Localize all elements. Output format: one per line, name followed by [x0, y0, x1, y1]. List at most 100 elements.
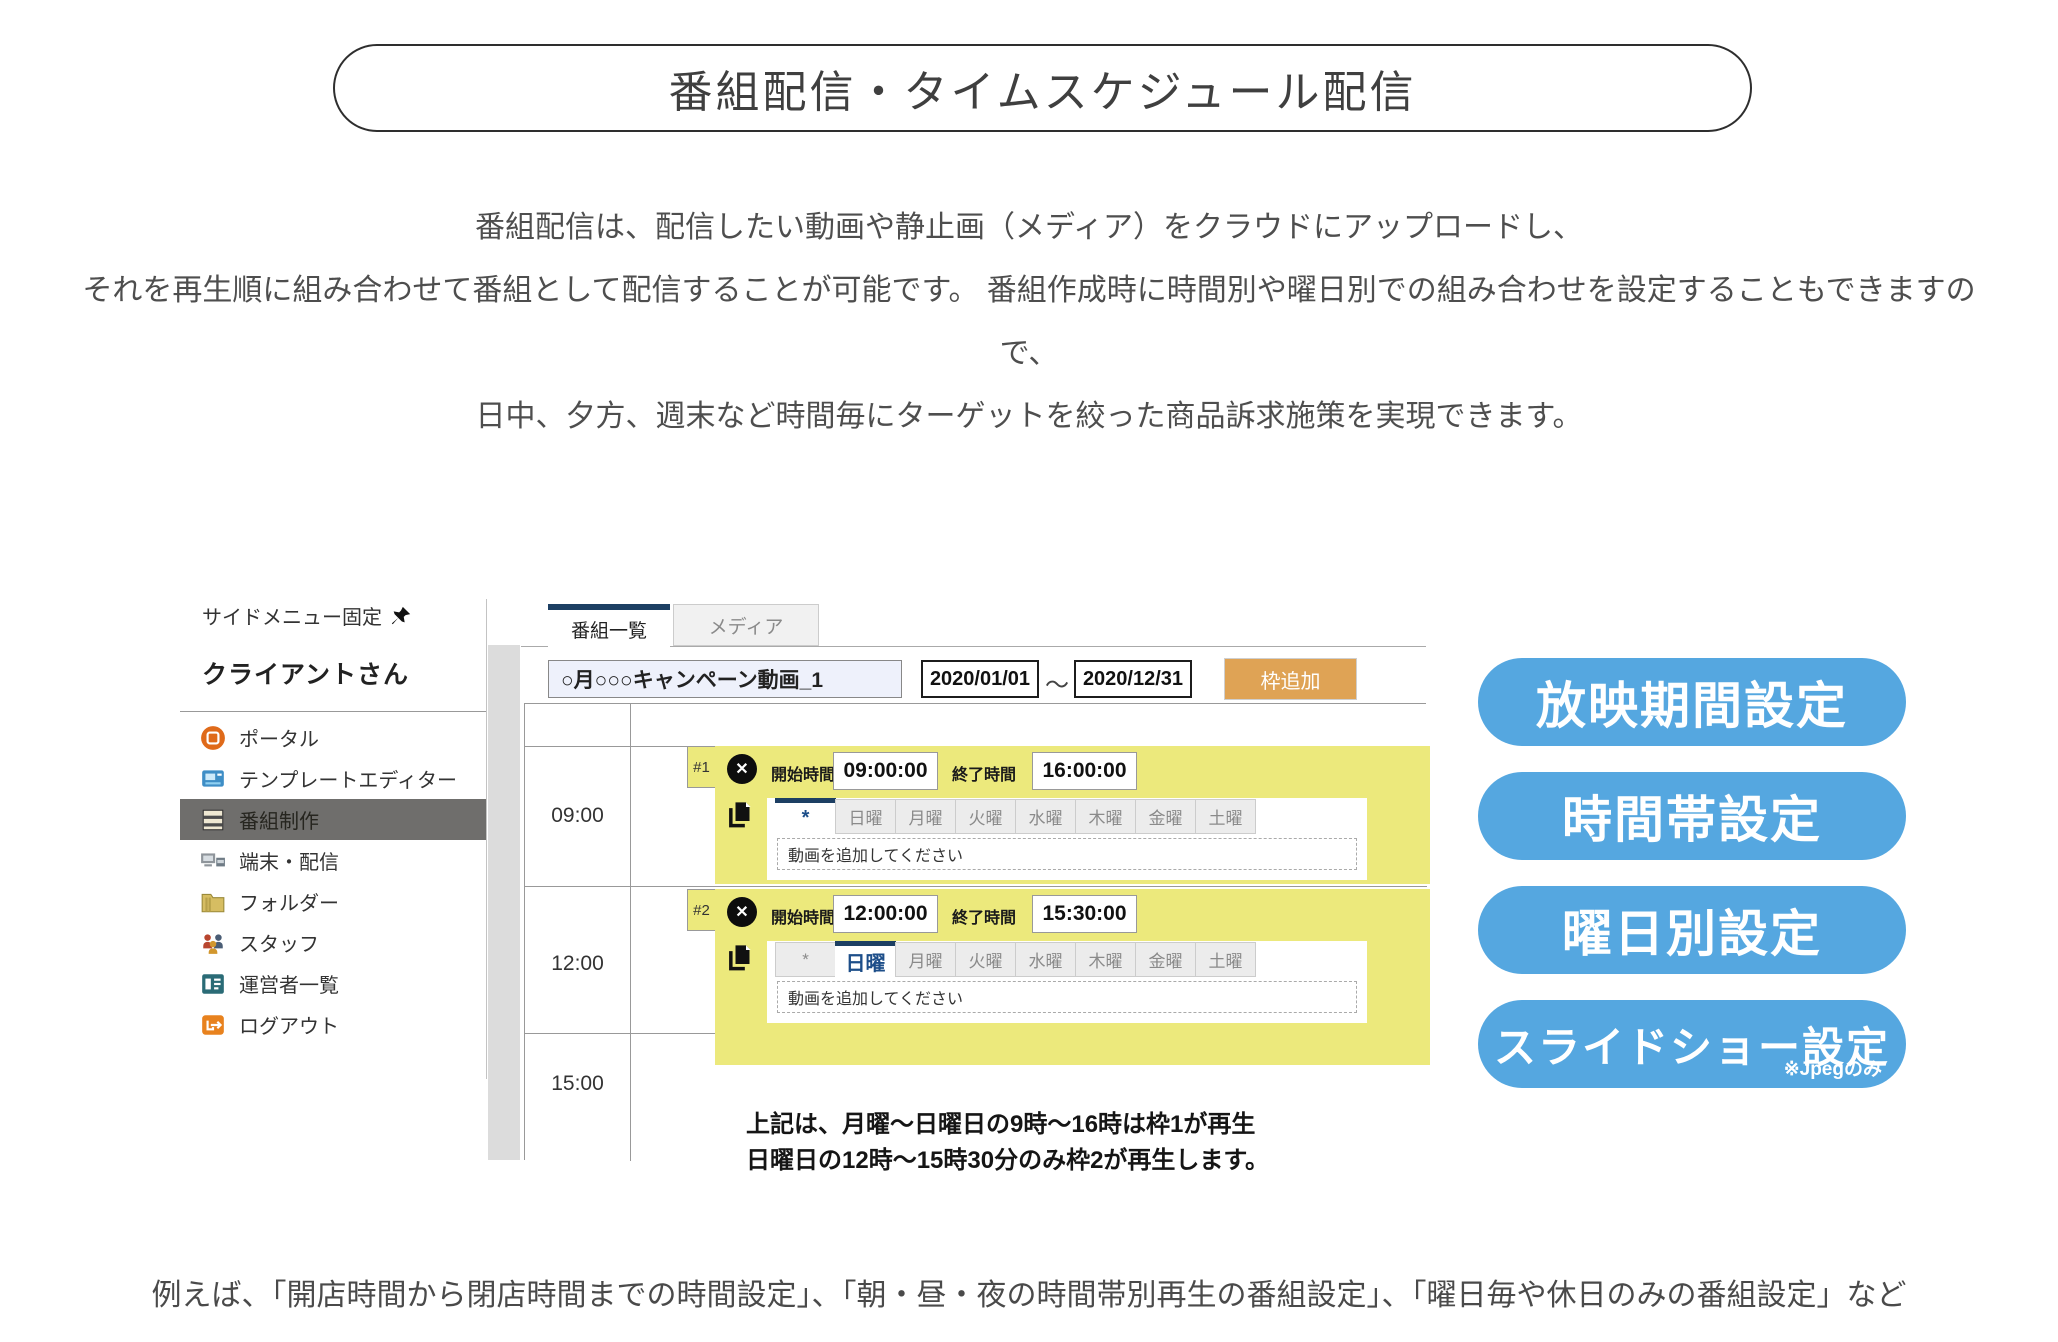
- sidebar-item-label: スタッフ: [239, 928, 319, 957]
- sidebar-pin-label: サイドメニュー固定: [202, 601, 382, 630]
- sidebar: サイドメニュー固定 クライアントさん ポータル テンプ: [180, 599, 487, 1079]
- intro-line: 日中、夕方、週末など時間毎にターゲットを絞った商品訴求施策を実現できます。: [0, 385, 2058, 448]
- program-name-input[interactable]: ○月○○○キャンペーン動画_1: [548, 660, 902, 698]
- slot-2-close-icon[interactable]: [727, 897, 757, 927]
- sidebar-item-program-create[interactable]: 番組制作: [180, 799, 486, 840]
- schedule-note-line: 日曜日の12時〜15時30分のみ枠2が再生します。: [746, 1143, 1269, 1179]
- day-tab-sun[interactable]: 日曜: [835, 799, 896, 834]
- slot-2-tag: #2: [687, 889, 715, 931]
- page: 番組配信・タイムスケジュール配信 番組配信は、配信したい動画や静止画（メディア）…: [0, 0, 2058, 1342]
- sidebar-item-devices[interactable]: 端末・配信: [180, 840, 486, 881]
- feature-pill-broadcast-period: 放映期間設定: [1478, 658, 1906, 746]
- feature-pill-slideshow: スライドショー設定 ※Jpegのみ: [1478, 1000, 1906, 1088]
- sidebar-divider: [180, 711, 486, 712]
- tab-program-list[interactable]: 番組一覧: [548, 604, 670, 648]
- slot-1-tag: #1: [687, 746, 715, 788]
- sidebar-item-logout[interactable]: ログアウト: [180, 1004, 486, 1045]
- example-line: 例えば、「開店時間から閉店時間までの時間設定」、「朝・昼・夜の時間帯別再生の番組…: [0, 1270, 2058, 1314]
- day-tab-thu[interactable]: 木曜: [1075, 799, 1136, 834]
- pushpin-icon: [390, 605, 412, 627]
- day-tab-wed[interactable]: 水曜: [1015, 942, 1076, 977]
- feature-pill-slideshow-note: ※Jpegのみ: [1784, 1054, 1882, 1081]
- client-name: クライアントさん: [202, 655, 409, 691]
- gridline: [525, 886, 1427, 887]
- app-screenshot: サイドメニュー固定 クライアントさん ポータル テンプ: [180, 599, 1426, 1160]
- sidebar-menu: ポータル テンプレートエディター 番組制作: [180, 717, 486, 1045]
- time-label-0900: 09:00: [525, 804, 630, 828]
- slot-2-day-panel: * 日曜 月曜 火曜 水曜 木曜 金曜 土曜 動画を追加してください: [767, 941, 1367, 1023]
- tab-media[interactable]: メディア: [673, 604, 819, 646]
- day-tab-tue[interactable]: 火曜: [955, 799, 1016, 834]
- sidebar-item-label: テンプレートエディター: [239, 764, 457, 793]
- slot-1-day-tabs: * 日曜 月曜 火曜 水曜 木曜 金曜 土曜: [767, 798, 1367, 834]
- sidebar-item-staff[interactable]: スタッフ: [180, 922, 486, 963]
- sidebar-item-label: ポータル: [239, 723, 319, 752]
- slot-2-start-input[interactable]: 12:00:00: [833, 895, 938, 933]
- date-range-separator: ～: [1045, 665, 1069, 700]
- day-tab-mon[interactable]: 月曜: [895, 799, 956, 834]
- sidebar-item-label: 端末・配信: [239, 846, 339, 875]
- schedule-note: 上記は、月曜〜日曜日の9時〜16時は枠1が再生 日曜日の12時〜15時30分のみ…: [746, 1107, 1269, 1179]
- schedule-table: 09:00 12:00 15:00 #1 開始時間 09:00:00 終了時間 …: [524, 703, 1426, 1160]
- intro-paragraph: 番組配信は、配信したい動画や静止画（メディア）をクラウドにアップロードし、 それ…: [0, 196, 2058, 448]
- sidebar-item-label: 番組制作: [239, 805, 319, 834]
- slot-1-end-input[interactable]: 16:00:00: [1032, 752, 1137, 790]
- day-tab-all[interactable]: *: [775, 942, 836, 977]
- day-tab-all[interactable]: *: [775, 798, 836, 834]
- operators-icon: [200, 971, 226, 997]
- intro-line: それを再生順に組み合わせて番組として配信することが可能です。 番組作成時に時間別…: [0, 259, 2058, 322]
- date-to-input[interactable]: 2020/12/31: [1074, 660, 1192, 698]
- day-tab-fri[interactable]: 金曜: [1135, 799, 1196, 834]
- film-icon: [200, 807, 226, 833]
- template-editor-icon: [200, 766, 226, 792]
- page-title: 番組配信・タイムスケジュール配信: [333, 44, 1752, 132]
- day-tab-fri[interactable]: 金曜: [1135, 942, 1196, 977]
- sidebar-item-label: 運営者一覧: [239, 969, 339, 998]
- slot-2-day-tabs: * 日曜 月曜 火曜 水曜 木曜 金曜 土曜: [767, 941, 1367, 977]
- day-tab-wed[interactable]: 水曜: [1015, 799, 1076, 834]
- time-label-1200: 12:00: [525, 952, 630, 976]
- slot-1-day-panel: * 日曜 月曜 火曜 水曜 木曜 金曜 土曜 動画を追加してください: [767, 798, 1367, 880]
- slot-2-copy-icon[interactable]: [725, 943, 753, 971]
- add-frame-button[interactable]: 枠追加: [1224, 658, 1357, 700]
- start-time-label: 開始時間: [771, 904, 835, 928]
- day-tab-tue[interactable]: 火曜: [955, 942, 1016, 977]
- feature-pill-time-range: 時間帯設定: [1478, 772, 1906, 860]
- staff-icon: [200, 930, 226, 956]
- main-pane: 番組一覧 メディア ○月○○○キャンペーン動画_1 2020/01/01 ～ 2…: [521, 599, 1426, 1160]
- sidebar-item-template-editor[interactable]: テンプレートエディター: [180, 758, 486, 799]
- time-column-divider: [630, 704, 631, 1161]
- sidebar-pin-row[interactable]: サイドメニュー固定: [202, 601, 412, 630]
- portal-icon: [200, 725, 226, 751]
- start-time-label: 開始時間: [771, 761, 835, 785]
- schedule-note-line: 上記は、月曜〜日曜日の9時〜16時は枠1が再生: [746, 1107, 1269, 1143]
- devices-icon: [200, 848, 226, 874]
- sidebar-item-portal[interactable]: ポータル: [180, 717, 486, 758]
- schedule-slot-1: #1 開始時間 09:00:00 終了時間 16:00:00 * 日曜 月曜: [715, 746, 1430, 884]
- time-label-1500: 15:00: [525, 1072, 630, 1096]
- schedule-slot-2: #2 開始時間 12:00:00 終了時間 15:30:00 * 日曜 月曜: [715, 889, 1430, 1065]
- day-tab-sat[interactable]: 土曜: [1195, 942, 1256, 977]
- slot-1-close-icon[interactable]: [727, 754, 757, 784]
- slot-1-video-dropzone[interactable]: 動画を追加してください: [777, 838, 1357, 870]
- end-time-label: 終了時間: [952, 904, 1016, 928]
- feature-pill-weekday: 曜日別設定: [1478, 886, 1906, 974]
- slot-2-video-dropzone[interactable]: 動画を追加してください: [777, 981, 1357, 1013]
- slot-1-copy-icon[interactable]: [725, 800, 753, 828]
- day-tab-thu[interactable]: 木曜: [1075, 942, 1136, 977]
- slot-2-end-input[interactable]: 15:30:00: [1032, 895, 1137, 933]
- end-time-label: 終了時間: [952, 761, 1016, 785]
- logout-icon: [200, 1012, 226, 1038]
- sidebar-item-operators[interactable]: 運営者一覧: [180, 963, 486, 1004]
- day-tab-sat[interactable]: 土曜: [1195, 799, 1256, 834]
- folder-icon: [200, 889, 226, 915]
- day-tab-mon[interactable]: 月曜: [895, 942, 956, 977]
- sidebar-item-label: ログアウト: [239, 1010, 339, 1039]
- sidebar-item-label: フォルダー: [239, 887, 339, 916]
- intro-line: で、: [0, 322, 2058, 385]
- day-tab-sun[interactable]: 日曜: [835, 941, 896, 977]
- date-from-input[interactable]: 2020/01/01: [921, 660, 1039, 698]
- sidebar-item-folders[interactable]: フォルダー: [180, 881, 486, 922]
- slot-1-start-input[interactable]: 09:00:00: [833, 752, 938, 790]
- sidebar-gap-strip: [488, 645, 520, 1160]
